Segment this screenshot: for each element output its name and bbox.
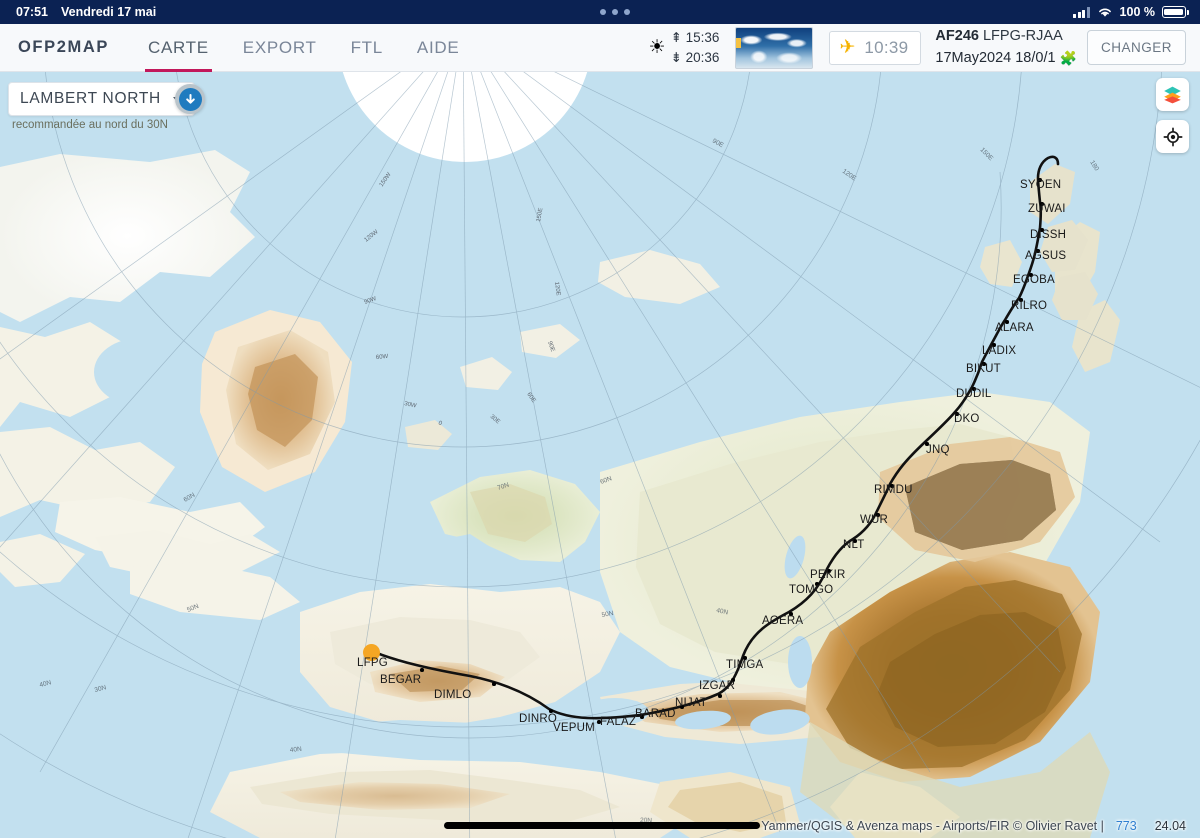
projection-note: recommandée au nord du 30N [12, 119, 168, 131]
attribution-text: Yammer/QGIS & Avenza maps - Airports/FIR… [761, 819, 1186, 833]
sunset-time: ⇟ 20:36 [670, 49, 720, 65]
sunrise-time: ⇞ 15:36 [670, 29, 720, 45]
waypoint-label-JNQ: JNQ [926, 444, 950, 456]
flight-identity: AF246 LFPG-RJAA [935, 26, 1077, 47]
tab-aide[interactable]: AIDE [400, 24, 476, 72]
waypoint-label-EGOBA: EGOBA [1013, 274, 1055, 286]
waypoint-label-LADIX: LADIX [982, 345, 1017, 357]
signal-bars-icon [1073, 6, 1090, 18]
waypoint-marker[interactable] [549, 709, 553, 713]
map-canvas[interactable]: 150W 120W 90W 60W 30W 0 30E 60E 90E 120E… [0, 72, 1200, 838]
layers-stack-icon [1164, 86, 1181, 104]
status-bar-date: Vendredi 17 mai [60, 5, 157, 19]
sun-times-values: ⇞ 15:36 ⇟ 20:36 [671, 28, 720, 67]
attribution-number: 773 [1115, 819, 1137, 833]
tab-ftl[interactable]: FTL [334, 24, 400, 72]
top-navigation-bar: OFP2MAP CARTE EXPORT FTL AIDE ☀ ⇞ 15:36 … [0, 24, 1200, 72]
map-scale-bar [444, 822, 760, 829]
waypoint-label-ZUWAI: ZUWAI [1028, 203, 1066, 215]
waypoint-label-FALAZ: FALAZ [600, 716, 637, 728]
waypoint-label-PEKIR: PEKIR [810, 569, 846, 581]
waypoint-label-NIJAT: NIJAT [675, 697, 708, 709]
flight-route: LFPG-RJAA [982, 28, 1063, 45]
puzzle-piece-icon: 🧩 [1059, 49, 1077, 66]
header-right-section: ☀ ⇞ 15:36 ⇟ 20:36 ✈ 10:39 AF246 LFPG-RJA… [649, 24, 1200, 72]
route-polyline [372, 155, 1060, 720]
weather-thumbnail[interactable] [735, 26, 814, 69]
flight-duration: 10:39 [864, 37, 909, 57]
nav-tabs: CARTE EXPORT FTL AIDE [131, 24, 476, 72]
flight-info: AF246 LFPG-RJAA 17May2024 18/0/1 🧩 [935, 26, 1077, 68]
waypoint-label-VEPUM: VEPUM [553, 722, 595, 734]
waypoint-label-BIKUT: BIKUT [966, 363, 1001, 375]
waypoint-label-DISSH: DISSH [1030, 229, 1067, 241]
waypoint-label-ALARA: ALARA [995, 322, 1034, 334]
waypoint-label-RIMDU: RIMDU [874, 484, 913, 496]
airplane-icon: ✈ [839, 37, 856, 58]
status-bar-left: 07:51 Vendredi 17 mai [0, 5, 156, 19]
sun-times-widget: ☀ ⇞ 15:36 ⇟ 20:36 [649, 28, 720, 67]
ios-status-bar: 07:51 Vendredi 17 mai 100 % [0, 0, 1200, 24]
map-control-buttons [1156, 78, 1189, 153]
app-version: 24.04 [1154, 819, 1186, 833]
app-brand-logo: OFP2MAP [18, 38, 109, 56]
projection-selector-group: LAMBERT NORTH recommandée au nord du 30N [8, 82, 195, 131]
flight-date-row: 17May2024 18/0/1 🧩 [935, 48, 1077, 69]
battery-percentage: 100 % [1119, 5, 1155, 19]
waypoint-marker[interactable] [420, 668, 424, 672]
waypoint-label-DINRO: DINRO [519, 713, 558, 725]
status-dot [611, 9, 618, 15]
projection-dropdown[interactable]: LAMBERT NORTH [8, 82, 195, 116]
waypoint-label-DUDIL: DUDIL [956, 388, 992, 400]
tab-export[interactable]: EXPORT [226, 24, 334, 72]
waypoint-label-TIMGA: TIMGA [726, 659, 764, 671]
flight-date: 17May2024 18/0/1 [935, 49, 1056, 66]
tab-carte[interactable]: CARTE [131, 24, 226, 72]
waypoint-label-NLT: NLT [843, 539, 865, 551]
status-bar-right: 100 % [1073, 5, 1200, 19]
status-bar-dots [156, 9, 1073, 15]
waypoint-label-BARAD: BARAD [635, 708, 676, 720]
change-flight-button[interactable]: CHANGER [1086, 30, 1186, 65]
waypoint-label-DKO: DKO [954, 413, 980, 425]
flight-number: AF246 [935, 28, 979, 45]
status-bar-time: 07:51 [16, 5, 48, 19]
waypoint-label-IZGAR: IZGAR [699, 680, 736, 692]
waypoint-label-AGSUS: AGSUS [1025, 250, 1067, 262]
waypoint-label-TOMGO: TOMGO [789, 584, 834, 596]
download-arrow-icon [178, 87, 202, 111]
waypoint-label-BEGAR: BEGAR [380, 674, 422, 686]
waypoint-label-WUR: WUR [860, 514, 889, 526]
locate-crosshair-icon [1163, 127, 1182, 146]
waypoint-label-DIMLO: DIMLO [434, 689, 472, 701]
waypoint-label-RILRO: RILRO [1011, 300, 1048, 312]
attribution-label: Yammer/QGIS & Avenza maps - Airports/FIR… [761, 819, 1104, 833]
waypoint-marker[interactable] [492, 682, 496, 686]
ofp2map-application: 07:51 Vendredi 17 mai 100 % OFP2MAP CART… [0, 0, 1200, 838]
waypoint-label-AGERA: AGERA [762, 615, 804, 627]
waypoint-label-SYOEN: SYOEN [1020, 179, 1062, 191]
waypoint-marker[interactable] [718, 694, 722, 698]
projection-name: LAMBERT NORTH [20, 90, 161, 107]
download-map-button[interactable] [175, 84, 205, 114]
flight-time-widget[interactable]: ✈ 10:39 [829, 30, 922, 65]
waypoint-label-LFPG: LFPG [357, 657, 388, 669]
wifi-icon [1098, 8, 1111, 17]
battery-icon [1162, 6, 1189, 18]
map-footer-bar: Yammer/QGIS & Avenza maps - Airports/FIR… [0, 812, 1200, 838]
layers-button[interactable] [1156, 78, 1189, 111]
sun-icon: ☀ [648, 37, 666, 58]
status-dot [623, 9, 630, 15]
locate-button[interactable] [1156, 120, 1189, 153]
status-dot [599, 9, 606, 15]
